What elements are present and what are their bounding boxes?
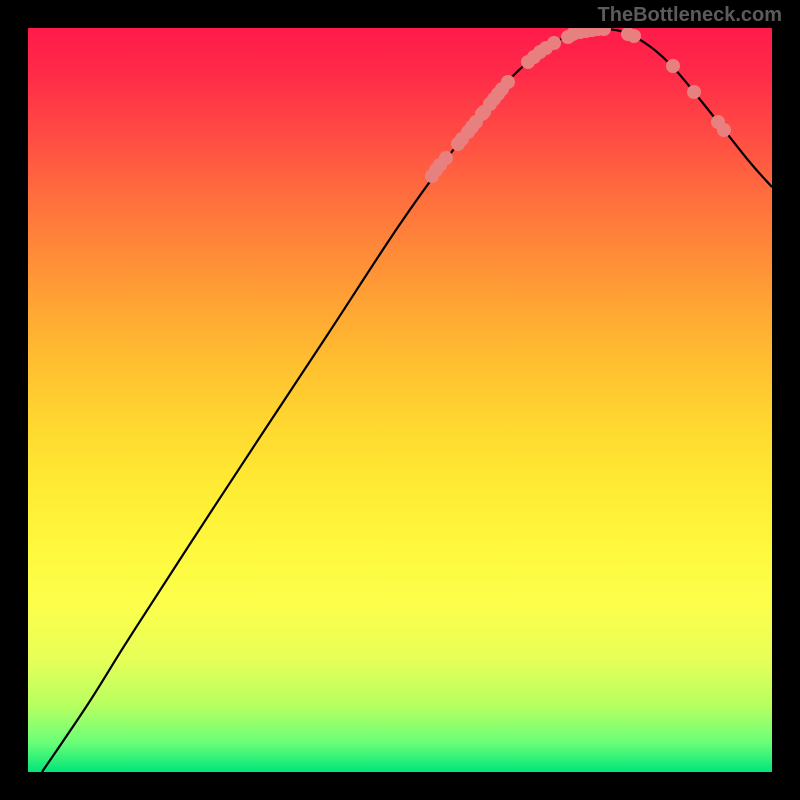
chart-svg: [28, 28, 772, 772]
bottleneck-curve: [42, 29, 772, 772]
data-marker: [717, 123, 731, 137]
data-marker: [687, 85, 701, 99]
data-marker: [627, 29, 641, 43]
plot-area: [28, 28, 772, 772]
watermark-text: TheBottleneck.com: [598, 4, 782, 27]
data-marker: [547, 36, 561, 50]
data-marker: [666, 59, 680, 73]
data-marker: [439, 151, 453, 165]
data-markers: [425, 28, 731, 183]
data-marker: [501, 75, 515, 89]
